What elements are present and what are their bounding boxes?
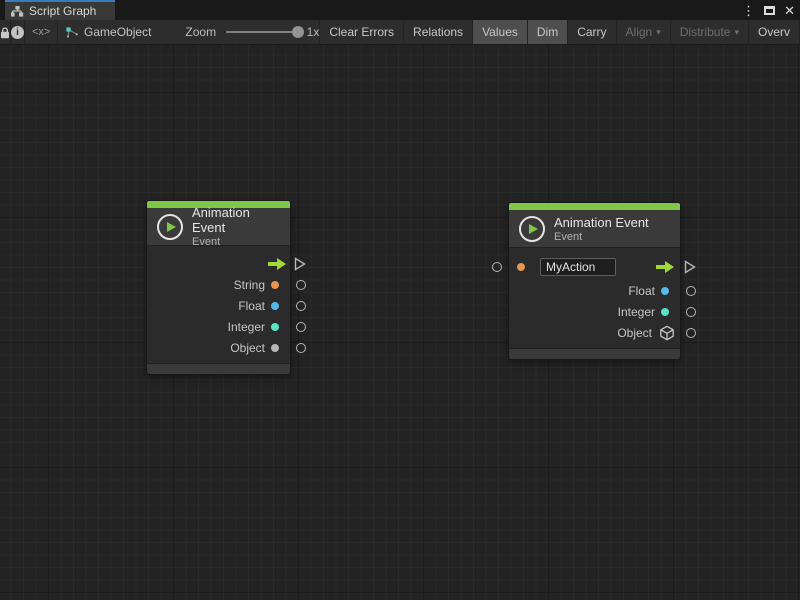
port-label: Float — [238, 299, 265, 313]
flow-port-icon — [294, 257, 306, 271]
float-output-port[interactable] — [296, 301, 306, 311]
window-controls: ⋮ ✕ — [742, 0, 795, 20]
node-header: Animation Event Event — [509, 210, 680, 248]
node-body: Float Integer Object — [509, 248, 680, 348]
node-title: Animation Event — [554, 215, 649, 230]
node-color-bar — [509, 203, 680, 210]
port-label: Object — [617, 326, 652, 340]
node-footer — [147, 363, 290, 374]
flow-output-port[interactable] — [684, 260, 696, 274]
carry-button[interactable]: Carry — [568, 20, 616, 44]
chevron-down-icon: ▾ — [734, 27, 739, 38]
object-output-port[interactable] — [296, 343, 306, 353]
integer-type-icon — [661, 308, 669, 316]
port-row-object: Object — [509, 322, 680, 343]
flow-port-icon — [684, 260, 696, 274]
port-row-object: Object — [147, 337, 290, 358]
zoom-label: Zoom — [185, 25, 216, 39]
toolbar-buttons: Clear Errors Relations Values Dim Carry … — [320, 20, 800, 44]
overview-button[interactable]: Overv — [749, 20, 800, 44]
distribute-button[interactable]: Distribute ▾ — [671, 20, 749, 44]
port-label: Float — [628, 284, 655, 298]
toolbar-main: GameObject Zoom 1x — [58, 20, 320, 44]
variables-icon: <x> — [32, 26, 50, 38]
zoom-value: 1x — [307, 25, 320, 39]
values-button[interactable]: Values — [473, 20, 528, 44]
integer-type-icon — [271, 323, 279, 331]
integer-output-port[interactable] — [686, 307, 696, 317]
port-row-integer: Integer — [147, 316, 290, 337]
clear-errors-button[interactable]: Clear Errors — [320, 20, 404, 44]
event-play-icon — [157, 214, 183, 240]
event-play-icon — [519, 216, 545, 242]
float-type-icon — [271, 302, 279, 310]
lock-icon — [0, 26, 10, 39]
node-header: Animation Event Event — [147, 208, 290, 246]
node-subtitle: Event — [554, 231, 649, 243]
variables-button[interactable]: <x> — [25, 20, 58, 44]
flow-arrow-icon — [268, 258, 286, 270]
menu-icon[interactable]: ⋮ — [742, 4, 755, 17]
float-type-icon — [661, 287, 669, 295]
integer-output-port[interactable] — [296, 322, 306, 332]
dim-button[interactable]: Dim — [528, 20, 568, 44]
port-row-integer: Integer — [509, 301, 680, 322]
node-title: Animation Event — [192, 205, 280, 235]
name-input-port[interactable] — [492, 262, 502, 272]
flow-output-port[interactable] — [294, 257, 306, 271]
node-body: String Float Integer Object — [147, 246, 290, 363]
node-animation-event-1[interactable]: Animation Event Event String — [146, 200, 291, 375]
port-row-flow-output — [147, 253, 290, 274]
object-cube-icon — [659, 325, 675, 341]
gameobject-graph-icon — [66, 26, 79, 39]
port-row-name-and-flow — [509, 255, 680, 278]
flow-arrow-icon — [656, 261, 674, 273]
close-icon[interactable]: ✕ — [784, 4, 795, 17]
port-label: String — [234, 278, 265, 292]
lock-button[interactable] — [0, 20, 11, 44]
port-label: Integer — [228, 320, 265, 334]
align-button[interactable]: Align ▾ — [617, 20, 671, 44]
port-label: Integer — [618, 305, 655, 319]
node-footer — [509, 348, 680, 359]
string-output-port[interactable] — [296, 280, 306, 290]
port-row-float: Float — [147, 295, 290, 316]
string-type-icon — [517, 263, 525, 271]
float-output-port[interactable] — [686, 286, 696, 296]
port-row-float: Float — [509, 280, 680, 301]
tab-label: Script Graph — [29, 4, 96, 18]
tab-bar: Script Graph ⋮ ✕ — [0, 0, 800, 20]
graph-canvas[interactable]: Animation Event Event String — [0, 45, 800, 600]
maximize-icon[interactable] — [764, 6, 775, 15]
event-name-field[interactable] — [540, 258, 616, 276]
string-type-icon — [271, 281, 279, 289]
node-subtitle: Event — [192, 236, 280, 248]
object-type-icon — [271, 344, 279, 352]
port-label: Object — [230, 341, 265, 355]
zoom-slider[interactable] — [226, 26, 301, 38]
info-button[interactable]: i — [11, 20, 25, 44]
gameobject-label: GameObject — [84, 25, 151, 39]
chevron-down-icon: ▾ — [656, 27, 661, 38]
relations-button[interactable]: Relations — [404, 20, 473, 44]
port-row-string: String — [147, 274, 290, 295]
info-icon: i — [11, 26, 24, 39]
node-animation-event-2[interactable]: Animation Event Event Float — [508, 202, 681, 360]
object-output-port[interactable] — [686, 328, 696, 338]
zoom-slider-track — [226, 31, 301, 33]
graph-toolbar: i <x> GameObject Zoom 1x Clear Errors Re… — [0, 20, 800, 45]
tab-script-graph[interactable]: Script Graph — [5, 0, 115, 20]
script-graph-icon — [11, 6, 24, 17]
zoom-slider-handle[interactable] — [292, 26, 304, 38]
